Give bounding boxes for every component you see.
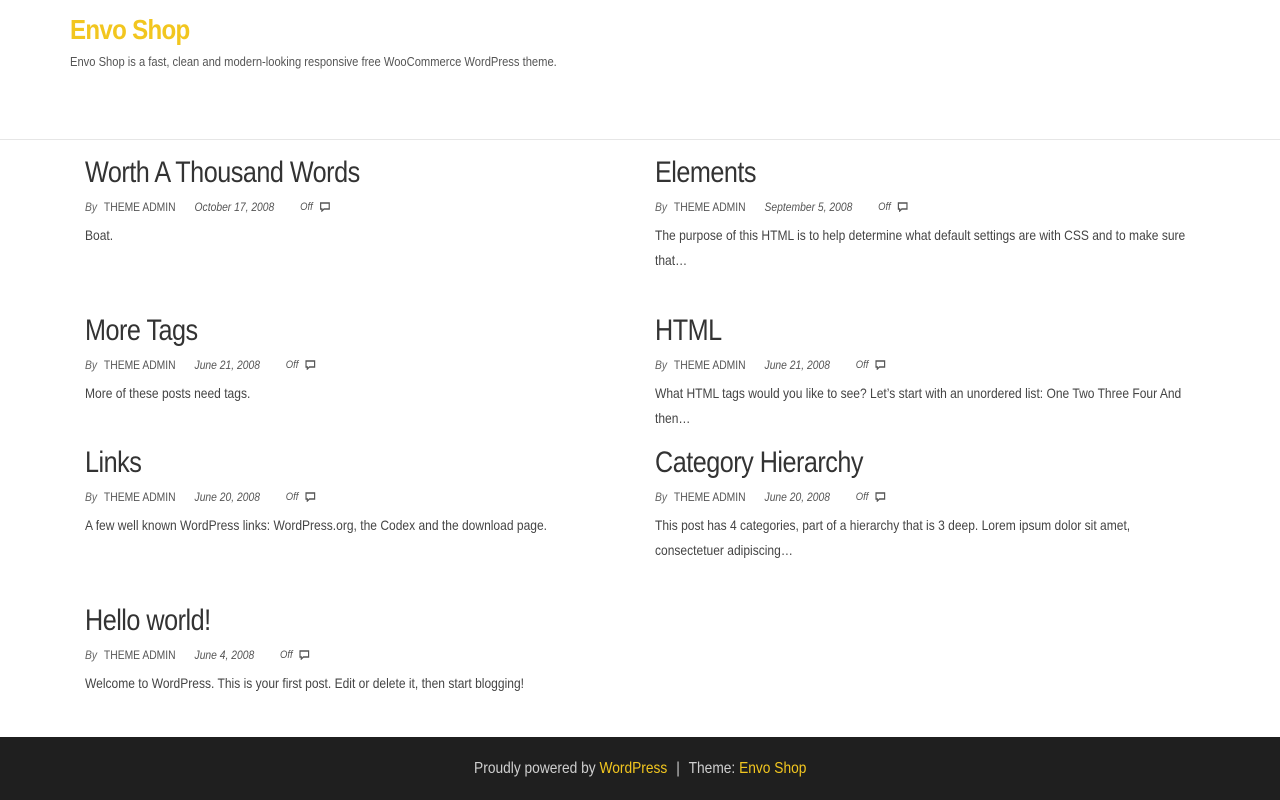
post-card: Links By THEME ADMIN June 20, 2008 Off A… [85,445,630,538]
post-excerpt: This post has 4 categories, part of a hi… [655,517,1131,558]
by-label: By [85,648,98,662]
post-card: Worth A Thousand Words By THEME ADMIN Oc… [85,155,630,248]
post-card: More Tags By THEME ADMIN June 21, 2008 O… [85,313,630,406]
post-meta: By THEME ADMIN June 20, 2008 Off [655,489,1124,505]
post-author[interactable]: THEME ADMIN [104,490,176,504]
comment-icon [305,360,316,370]
post-title[interactable]: Hello world! [85,603,543,639]
post-excerpt: More of these posts need tags. [85,385,251,401]
comment-icon [299,650,310,660]
post-date[interactable]: June 20, 2008 [195,490,260,504]
post-card: Category Hierarchy By THEME ADMIN June 2… [655,445,1200,563]
post-title[interactable]: Category Hierarchy [655,445,1113,481]
comments-status: Off [285,491,299,503]
post-card: HTML By THEME ADMIN June 21, 2008 Off Wh… [655,313,1200,431]
theme-text: Theme: [688,759,736,777]
post-author[interactable]: THEME ADMIN [104,358,176,372]
comments-status: Off [285,359,299,371]
post-meta: By THEME ADMIN September 5, 2008 Off [655,199,1124,215]
by-label: By [85,490,98,504]
post-title[interactable]: Elements [655,155,1113,191]
post-author[interactable]: THEME ADMIN [104,648,176,662]
powered-by-text: Proudly powered by [473,759,596,777]
post-author[interactable]: THEME ADMIN [674,490,746,504]
by-label: By [655,200,668,214]
post-title[interactable]: HTML [655,313,1113,349]
footer-credits: Proudly powered by WordPress | Theme: En… [474,760,806,778]
comment-icon [875,360,886,370]
post-author[interactable]: THEME ADMIN [674,358,746,372]
site-header: Envo Shop Envo Shop is a fast, clean and… [0,0,1280,140]
post-title[interactable]: More Tags [85,313,543,349]
post-title[interactable]: Worth A Thousand Words [85,155,543,191]
post-date[interactable]: October 17, 2008 [195,200,275,214]
comment-icon [319,202,330,212]
post-card: Elements By THEME ADMIN September 5, 200… [655,155,1200,273]
post-excerpt: Boat. [85,227,114,243]
post-excerpt: Welcome to WordPress. This is your first… [85,675,524,691]
post-card: Hello world! By THEME ADMIN June 4, 2008… [85,603,630,696]
post-meta: By THEME ADMIN June 21, 2008 Off [655,357,1124,373]
comment-icon [875,492,886,502]
comment-icon [897,202,908,212]
post-date[interactable]: June 21, 2008 [765,358,830,372]
comments-status: Off [855,491,869,503]
by-label: By [85,200,98,214]
wordpress-link[interactable]: WordPress [599,760,667,777]
comments-status: Off [280,649,293,661]
comments-status: Off [878,201,891,213]
post-meta: By THEME ADMIN June 20, 2008 Off [85,489,554,505]
post-title[interactable]: Links [85,445,543,481]
by-label: By [655,358,668,372]
post-meta: By THEME ADMIN June 4, 2008 Off [85,647,554,663]
post-meta: By THEME ADMIN June 21, 2008 Off [85,357,554,373]
post-author[interactable]: THEME ADMIN [104,200,176,214]
post-author[interactable]: THEME ADMIN [674,200,746,214]
post-date[interactable]: June 20, 2008 [765,490,830,504]
theme-link[interactable]: Envo Shop [739,760,806,777]
post-date[interactable]: September 5, 2008 [765,200,853,214]
post-excerpt: A few well known WordPress links: WordPr… [85,517,548,533]
site-description: Envo Shop is a fast, clean and modern-lo… [70,54,557,69]
post-meta: By THEME ADMIN October 17, 2008 Off [85,199,554,215]
by-label: By [655,490,668,504]
comment-icon [305,492,316,502]
comments-status: Off [855,359,869,371]
site-title[interactable]: Envo Shop [70,14,190,46]
comments-status: Off [300,201,313,213]
post-excerpt: What HTML tags would you like to see? Le… [655,385,1182,426]
post-excerpt: The purpose of this HTML is to help dete… [655,227,1186,268]
post-date[interactable]: June 21, 2008 [195,358,260,372]
by-label: By [85,358,98,372]
footer-separator: | [676,759,680,777]
site-footer: Proudly powered by WordPress | Theme: En… [0,737,1280,800]
post-date[interactable]: June 4, 2008 [195,648,255,662]
